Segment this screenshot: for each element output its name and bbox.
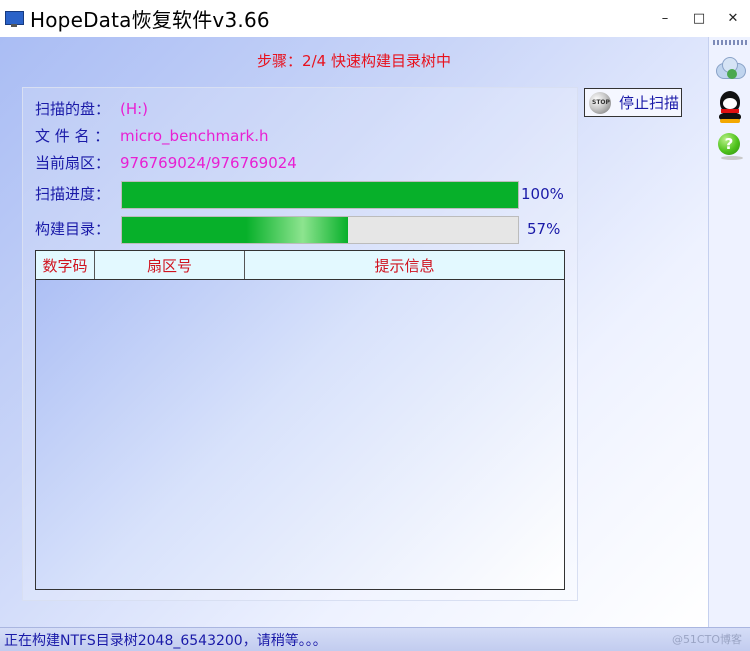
maximize-button[interactable]: □ <box>682 4 716 34</box>
help-icon[interactable]: ? <box>713 129 747 163</box>
qq-penguin-icon[interactable] <box>713 89 747 123</box>
window-controls: – □ ✕ <box>648 0 750 37</box>
status-message: 正在构建NTFS目录树2048_6543200，请稍等。。。 <box>4 633 327 649</box>
file-value: micro_benchmark.h <box>120 127 269 145</box>
stop-scan-label: 停止扫描 <box>619 94 680 112</box>
main-client-area: 步骤：2/4 快速构建目录树中 扫描的盘： (H:) 文 件 名 ： micro_b… <box>0 37 708 627</box>
column-header-info[interactable]: 提示信息 <box>245 251 564 279</box>
table-header: 数字码 扇区号 提示信息 <box>36 251 564 280</box>
scan-progress-label: 扫描进度： <box>35 185 111 203</box>
column-header-code[interactable]: 数字码 <box>36 251 95 279</box>
scan-progress-fill <box>122 182 518 208</box>
stop-scan-button[interactable]: STOP 停止扫描 <box>584 88 682 117</box>
disk-value: (H:) <box>120 100 149 118</box>
disk-label: 扫描的盘： <box>35 100 111 118</box>
title-bar: HopeData恢复软件v3.66 – □ ✕ <box>0 0 750 37</box>
scan-panel: 扫描的盘： (H:) 文 件 名 ： micro_benchmark.h 当前扇区：… <box>22 87 578 601</box>
close-button[interactable]: ✕ <box>716 4 750 34</box>
scan-progress-bar <box>121 181 519 209</box>
scan-progress-percent: 100% <box>521 185 564 203</box>
app-monitor-icon <box>4 9 24 29</box>
file-label: 文 件 名 ： <box>35 127 110 145</box>
status-bar: 正在构建NTFS目录树2048_6543200，请稍等。。。 @51CTO博客 <box>0 627 750 651</box>
build-progress-fill <box>122 217 348 243</box>
build-progress-bar <box>121 216 519 244</box>
window-title: HopeData恢复软件v3.66 <box>30 8 270 32</box>
stop-icon: STOP <box>589 91 611 114</box>
sector-row: 当前扇区： 976769024/976769024 <box>35 152 297 174</box>
sector-value: 976769024/976769024 <box>120 154 297 172</box>
toolbar-grip[interactable] <box>713 40 747 45</box>
sector-label: 当前扇区： <box>35 154 111 172</box>
disk-row: 扫描的盘： (H:) <box>35 98 148 120</box>
cloud-icon[interactable] <box>713 51 747 85</box>
watermark: @51CTO博客 <box>671 633 742 646</box>
minimize-button[interactable]: – <box>648 4 682 34</box>
column-header-sector[interactable]: 扇区号 <box>95 251 245 279</box>
file-row: 文 件 名 ： micro_benchmark.h <box>35 125 268 147</box>
right-toolbar: ? <box>708 37 750 627</box>
results-table[interactable]: 数字码 扇区号 提示信息 <box>35 250 565 590</box>
build-progress-label: 构建目录： <box>35 220 111 238</box>
build-progress-percent: 57% <box>527 220 561 238</box>
step-indicator: 步骤：2/4 快速构建目录树中 <box>257 52 451 70</box>
